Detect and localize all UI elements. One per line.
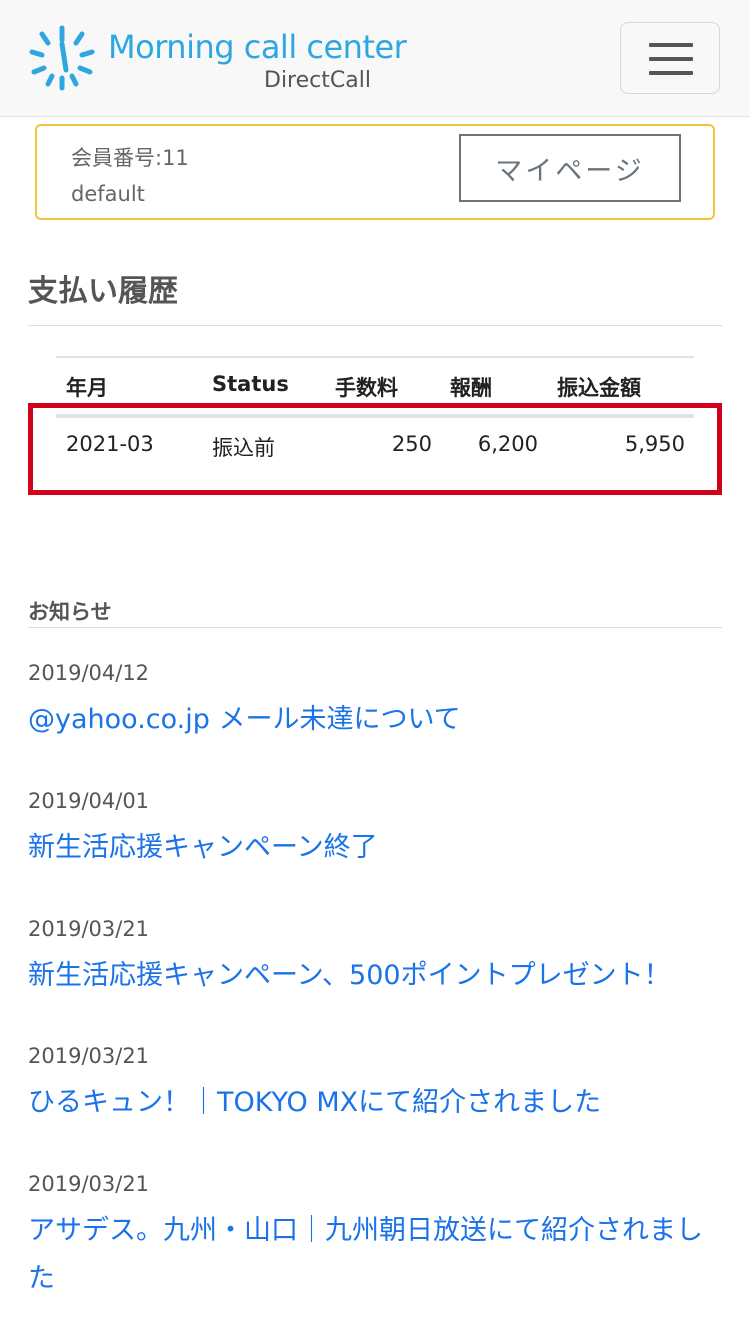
divider <box>28 325 722 326</box>
news-link[interactable]: @yahoo.co.jp メール未達について <box>28 696 722 744</box>
news-link[interactable]: 新生活応援キャンペーン、500ポイントプレゼント！ <box>28 952 722 1000</box>
divider <box>28 627 722 628</box>
news-link[interactable]: ひるキュン！｜TOKYO MXにて紹介されました <box>28 1079 722 1127</box>
column-header-transfer: 振込金額 <box>557 376 641 400</box>
hamburger-icon <box>649 43 693 47</box>
member-number: 会員番号:11 <box>71 146 189 170</box>
menu-toggle-button[interactable] <box>620 22 720 94</box>
logo-subtitle: DirectCall <box>264 68 371 93</box>
column-header-fee: 手数料 <box>335 376 398 400</box>
news-date: 2019/04/12 <box>28 661 150 685</box>
news-date: 2019/03/21 <box>28 917 150 941</box>
sunburst-logo-icon <box>29 25 95 91</box>
top-navbar: Morning call center DirectCall <box>0 0 750 117</box>
news-date: 2019/04/01 <box>28 789 150 813</box>
member-name: default <box>71 182 145 206</box>
row-highlight-box <box>28 403 722 495</box>
column-header-status: Status <box>212 372 289 396</box>
news-date: 2019/03/21 <box>28 1044 150 1068</box>
table-border <box>56 356 694 358</box>
column-header-reward: 報酬 <box>450 376 492 400</box>
hamburger-icon <box>649 71 693 75</box>
news-link[interactable]: アサデス。九州・山口｜九州朝日放送にて紹介されました <box>28 1207 722 1303</box>
column-header-month: 年月 <box>66 376 108 400</box>
logo[interactable]: Morning call center DirectCall <box>28 24 408 94</box>
news-link[interactable]: 新生活応援キャンペーン終了 <box>28 824 722 872</box>
mypage-button[interactable]: マイページ <box>459 134 681 202</box>
hamburger-icon <box>649 57 693 61</box>
news-section-title: お知らせ <box>28 600 112 624</box>
news-date: 2019/03/21 <box>28 1172 150 1196</box>
logo-title: Morning call center <box>108 28 407 66</box>
member-info-card: 会員番号:11 default マイページ <box>35 124 715 220</box>
payment-history-title: 支払い履歴 <box>28 274 178 309</box>
